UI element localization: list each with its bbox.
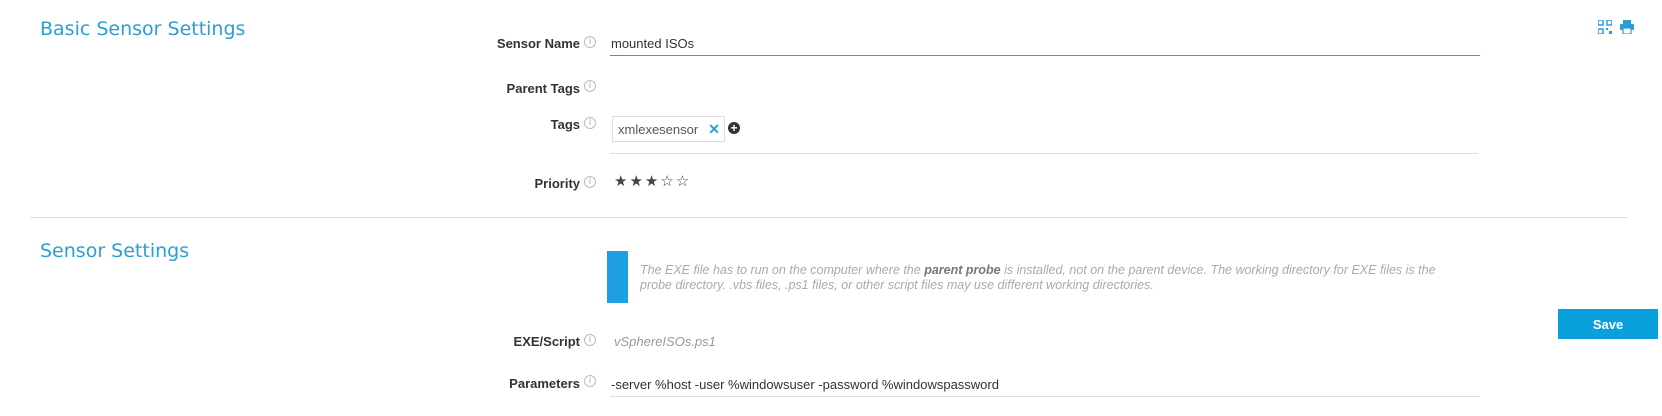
- sensor-name-input[interactable]: [610, 31, 1480, 56]
- info-icon: i: [584, 375, 596, 387]
- tags-field-underline: [610, 153, 1478, 154]
- priority-label: Priority: [534, 176, 580, 191]
- tags-label: Tags: [550, 117, 580, 132]
- parameters-input[interactable]: [610, 372, 1480, 397]
- exe-script-value: vSphereISOs.ps1: [614, 334, 716, 349]
- print-icon[interactable]: [1620, 20, 1634, 37]
- basic-sensor-settings-title: Basic Sensor Settings: [40, 18, 246, 40]
- notice-text-bold: parent probe: [924, 263, 1001, 277]
- info-icon: i: [584, 80, 596, 92]
- info-icon: i: [584, 334, 596, 346]
- priority-star-rating[interactable]: ★★★☆☆: [614, 172, 691, 190]
- notice-text-part: The EXE file has to run on the computer …: [640, 263, 925, 277]
- tag-chip-label: xmlexesensor: [618, 121, 699, 137]
- info-icon: i: [584, 176, 596, 188]
- section-divider: [30, 217, 1628, 218]
- exe-script-label: EXE/Script: [513, 334, 580, 349]
- info-icon: i: [584, 117, 596, 129]
- qr-code-icon[interactable]: [1597, 19, 1613, 37]
- notice-accent-bar: [607, 251, 628, 303]
- add-tag-icon[interactable]: +: [728, 122, 740, 134]
- sensor-settings-title: Sensor Settings: [40, 240, 190, 262]
- top-right-actions: [1597, 19, 1634, 37]
- parent-tags-label: Parent Tags: [506, 81, 580, 96]
- exe-notice: The EXE file has to run on the computer …: [607, 251, 1437, 303]
- info-icon: i: [584, 36, 596, 48]
- save-button[interactable]: Save: [1558, 309, 1658, 339]
- remove-tag-icon[interactable]: ✕: [708, 121, 720, 138]
- notice-text: The EXE file has to run on the computer …: [640, 263, 1440, 293]
- sensor-name-label: Sensor Name: [496, 36, 580, 51]
- tag-chip: xmlexesensor ✕: [612, 116, 725, 142]
- parameters-label: Parameters: [509, 376, 580, 391]
